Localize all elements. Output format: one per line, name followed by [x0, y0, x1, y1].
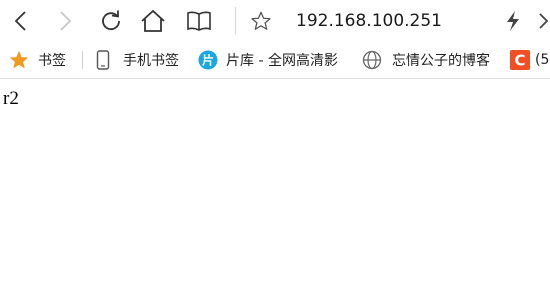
bookmark-label: 片库 - 全网高清影 [226, 53, 338, 69]
toolbar-separator [235, 7, 236, 35]
refresh-icon [102, 10, 120, 31]
bookmark-blog[interactable]: 忘情公子的博客 [362, 42, 490, 78]
bookmark-pianku[interactable]: 片 片库 - 全网高清影 [198, 42, 338, 78]
bookmarks-bar: 书签 手机书签 片 片库 - 全网高清影 忘情公子的博客 C (5 [0, 42, 550, 79]
chevron-left-icon [14, 11, 26, 31]
refresh-button[interactable] [96, 6, 126, 36]
bookmark-bookmarks[interactable]: 书签 [8, 42, 66, 78]
back-button[interactable] [6, 6, 36, 36]
forward-button[interactable] [50, 6, 80, 36]
svg-text:片: 片 [202, 53, 214, 68]
favorite-button[interactable] [246, 6, 276, 36]
chevron-right-icon [60, 11, 72, 31]
bookmark-label: (5 [535, 52, 550, 68]
c-logo-icon: C [510, 50, 530, 70]
page-body-text: r2 [3, 88, 19, 109]
star-outline-icon [251, 11, 271, 30]
bookmark-label: 书签 [38, 53, 66, 69]
home-button[interactable] [138, 6, 168, 36]
bookmarks-separator [82, 51, 83, 69]
more-button[interactable] [528, 6, 550, 36]
lightning-button[interactable] [498, 6, 528, 36]
pianku-icon: 片 [198, 50, 218, 70]
book-icon [187, 11, 211, 31]
bookmark-label: 忘情公子的博客 [392, 53, 490, 69]
address-bar[interactable]: 192.168.100.251 [296, 9, 442, 33]
bookmark-label: 手机书签 [123, 53, 179, 69]
globe-icon [362, 50, 382, 70]
reading-view-button[interactable] [184, 6, 214, 36]
bookmark-mobile[interactable]: 手机书签 [96, 42, 179, 78]
star-icon [8, 49, 30, 71]
phone-icon [96, 50, 110, 70]
home-icon [141, 9, 165, 32]
browser-toolbar: 192.168.100.251 [0, 0, 550, 42]
bookmark-c[interactable]: C (5 [510, 42, 549, 78]
chevron-right-icon [539, 13, 549, 29]
lightning-icon [507, 11, 519, 31]
svg-text:C: C [514, 52, 525, 70]
